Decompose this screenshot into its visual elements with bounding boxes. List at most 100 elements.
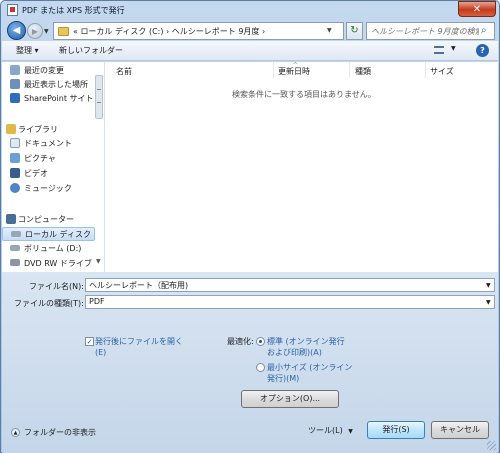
command-toolbar: 整理 ▾ 新しいフォルダー ▼ ? <box>2 41 498 61</box>
sidebar-item-label: ローカル ディスク (C:) <box>25 230 94 239</box>
local-disk-icon <box>11 231 21 237</box>
optimize-minimum-radio[interactable] <box>256 363 265 372</box>
filetype-value[interactable]: PDF <box>89 297 105 306</box>
optimize-label: 最適化: <box>227 337 254 346</box>
sidebar-item-computer[interactable]: コンピューター <box>2 213 95 227</box>
cancel-button[interactable]: キャンセル <box>431 421 489 439</box>
empty-message: 検索条件に一致する項目はありません。 <box>232 90 376 99</box>
pictures-icon <box>10 153 20 163</box>
volume-icon <box>10 245 20 251</box>
sidebar-item-label: SharePoint サイト <box>24 94 94 103</box>
help-button[interactable]: ? <box>476 44 489 57</box>
pdf-icon <box>7 4 18 16</box>
label-line: 標準 (オンライン発行 <box>267 337 345 346</box>
sidebar-item-music[interactable]: ミュージック <box>2 182 95 196</box>
organize-button[interactable]: 整理 ▾ <box>11 44 44 59</box>
options-button[interactable]: オプション(O)... <box>241 390 339 408</box>
sidebar-item-volume[interactable]: ボリューム (D:) <box>2 242 95 256</box>
search-icon[interactable]: ⌕ <box>481 25 487 36</box>
column-header-name[interactable]: 名前 <box>116 66 132 77</box>
sidebar-item-libraries[interactable]: ライブラリ <box>2 123 95 137</box>
chevron-down-icon: ▼ <box>348 428 353 435</box>
new-folder-button[interactable]: 新しいフォルダー <box>54 44 128 59</box>
column-divider[interactable] <box>425 62 426 78</box>
tools-menu[interactable]: ツール(L) ▼ <box>308 425 353 436</box>
sidebar-item-videos[interactable]: ビデオ <box>2 167 95 181</box>
filetype-label: ファイルの種類(T): <box>14 299 84 308</box>
column-divider[interactable] <box>273 62 274 78</box>
optimize-minimum-label[interactable]: 最小サイズ (オンライン 発行)(M) <box>267 362 352 384</box>
sidebar-item-documents[interactable]: ドキュメント <box>2 137 95 151</box>
sidebar-item-pictures[interactable]: ピクチャ <box>2 152 95 166</box>
sidebar-item-recent-changes[interactable]: 最近の変更 <box>2 64 95 78</box>
recent-places-icon <box>10 79 20 89</box>
sidebar-item-label: DVD RW ドライブ (E:) <box>24 259 95 268</box>
videos-icon <box>10 168 20 178</box>
sidebar-item-label: 最近表示した場所 <box>24 80 88 89</box>
chevron-down-icon[interactable]: ▼ <box>327 27 332 34</box>
scroll-down-icon[interactable]: ▼ <box>96 258 101 265</box>
navigation-pane: 最近の変更 最近表示した場所 SharePoint サイト ライブラリ ドキュメ… <box>2 62 105 272</box>
sidebar-item-label: ドキュメント <box>24 139 72 148</box>
sidebar-item-label: ライブラリ <box>18 125 58 134</box>
forward-button[interactable]: ▶ <box>27 23 43 39</box>
sidebar-item-recent-places[interactable]: 最近表示した場所 <box>2 78 95 92</box>
column-divider[interactable] <box>349 62 350 78</box>
chevron-down-icon[interactable]: ▼ <box>486 299 491 306</box>
label-line: (E) <box>95 348 107 357</box>
optimize-standard-label[interactable]: 標準 (オンライン発行 および印刷)(A) <box>267 336 345 358</box>
browser-area: 最近の変更 最近表示した場所 SharePoint サイト ライブラリ ドキュメ… <box>2 62 498 272</box>
label-line: 発行後にファイルを開く <box>95 337 183 346</box>
computer-icon <box>6 214 16 224</box>
music-icon <box>10 183 20 193</box>
sidebar-item-label: ピクチャ <box>24 154 56 163</box>
open-after-publish-checkbox[interactable]: ✓ <box>85 337 94 346</box>
publish-button[interactable]: 発行(S) <box>367 421 425 439</box>
filename-field[interactable]: ヘルシーレポート（配布用) ▼ <box>85 278 495 292</box>
filename-value[interactable]: ヘルシーレポート（配布用) <box>89 280 188 291</box>
sidebar-item-label: 最近の変更 <box>24 66 64 75</box>
column-header-size[interactable]: サイズ <box>430 66 454 77</box>
refresh-button[interactable]: ↻ <box>346 22 363 40</box>
sidebar-item-label: コンピューター <box>18 215 74 224</box>
filename-label: ファイル名(N): <box>29 282 84 291</box>
navigation-bar: ◀ ▶ ▼ « ローカル ディスク (C:) › ヘルシーレポート 9月度 › … <box>7 21 495 43</box>
search-placeholder: ヘルシーレポート 9月度の検索 <box>371 27 479 36</box>
folder-icon <box>58 27 69 36</box>
column-header-modified[interactable]: 更新日時 <box>278 66 310 77</box>
hide-folders-label: フォルダーの非表示 <box>24 428 96 437</box>
sidebar-item-label: ビデオ <box>24 169 48 178</box>
dvd-drive-icon <box>10 259 20 266</box>
search-input[interactable]: ヘルシーレポート 9月度の検索 ⌕ <box>366 22 495 40</box>
breadcrumb[interactable]: « ローカル ディスク (C:) › ヘルシーレポート 9月度 › <box>73 26 265 37</box>
publish-dialog: PDF または XPS 形式で発行 ✕ ◀ ▶ ▼ « ローカル ディスク (C… <box>0 0 500 453</box>
view-options-icon[interactable] <box>434 46 444 54</box>
sidebar-item-sharepoint[interactable]: SharePoint サイト <box>2 92 95 106</box>
recent-pages-dropdown-icon[interactable]: ▼ <box>44 28 49 35</box>
filetype-select[interactable]: PDF ▼ <box>85 295 495 309</box>
column-header-type[interactable]: 種類 <box>355 66 371 77</box>
file-list[interactable]: 名前 ^ 更新日時 種類 サイズ 検索条件に一致する項目はありません。 <box>107 62 498 272</box>
back-button[interactable]: ◀ <box>7 21 26 40</box>
label-line: 最小サイズ (オンライン <box>267 363 353 372</box>
label-line: 発行)(M) <box>267 374 300 383</box>
optimize-standard-radio[interactable] <box>256 337 265 346</box>
scrollbar-grip <box>97 89 101 103</box>
chevron-up-icon: ▲ <box>11 428 20 437</box>
sidebar-item-label: ボリューム (D:) <box>24 244 82 253</box>
sidebar-item-dvd-drive[interactable]: DVD RW ドライブ (E:) <box>2 257 95 271</box>
close-button[interactable]: ✕ <box>458 1 496 17</box>
window-title: PDF または XPS 形式で発行 <box>22 6 125 15</box>
sharepoint-icon <box>10 93 20 103</box>
recent-changes-icon <box>10 65 20 75</box>
sidebar-item-local-disk[interactable]: ローカル ディスク (C:) <box>2 227 95 241</box>
chevron-down-icon[interactable]: ▼ <box>486 282 491 289</box>
sidebar-item-label: ミュージック <box>24 184 72 193</box>
documents-icon <box>10 138 20 148</box>
address-bar[interactable]: « ローカル ディスク (C:) › ヘルシーレポート 9月度 › ▼ <box>53 22 344 40</box>
title-bar: PDF または XPS 形式で発行 ✕ <box>1 1 499 19</box>
resize-grip[interactable] <box>487 441 496 450</box>
open-after-publish-label[interactable]: 発行後にファイルを開く (E) <box>95 336 183 358</box>
label-line: および印刷)(A) <box>267 348 322 357</box>
view-dropdown-icon[interactable]: ▼ <box>451 45 456 52</box>
